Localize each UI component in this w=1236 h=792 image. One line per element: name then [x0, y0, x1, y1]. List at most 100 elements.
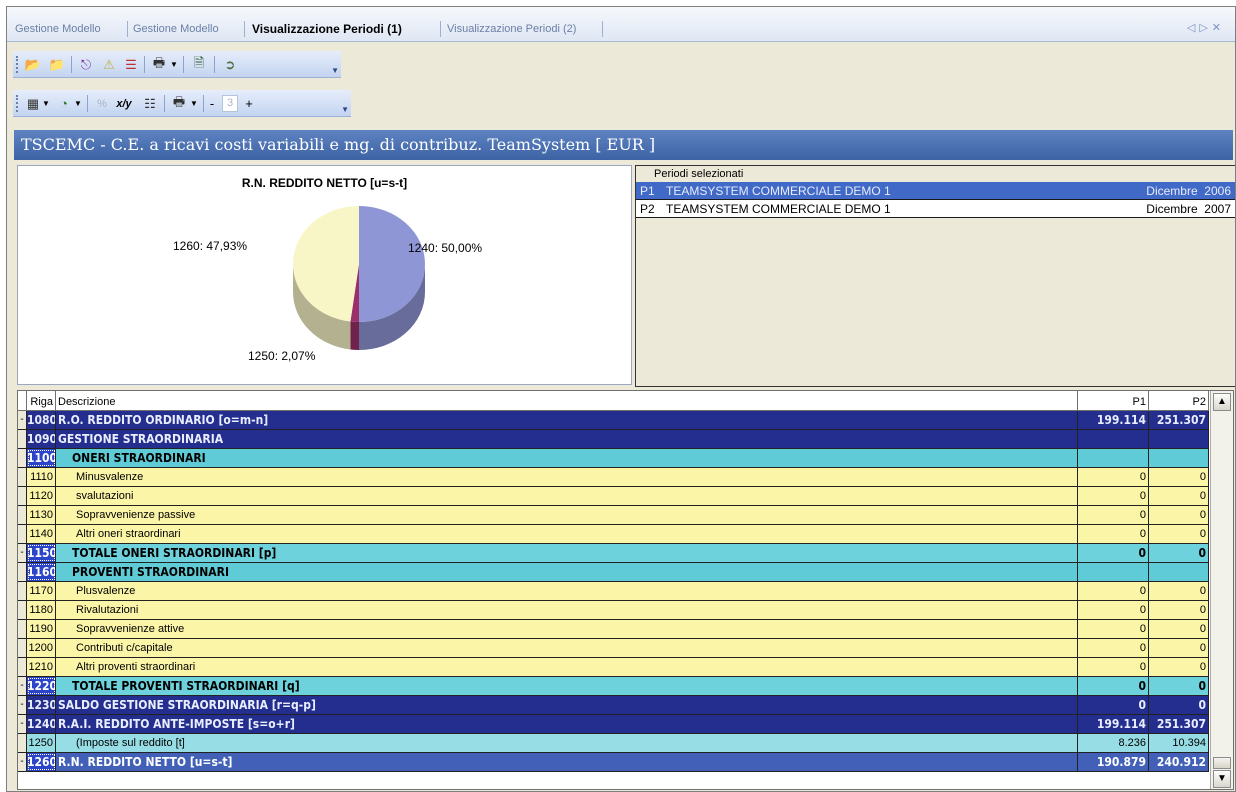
row-expander-cell[interactable]	[18, 468, 27, 486]
tab-next-icon[interactable]: ▷	[1199, 22, 1211, 34]
edit-object-icon[interactable]: ⎋	[76, 55, 96, 74]
p1-value-cell: 0	[1078, 544, 1149, 562]
row-expander-cell[interactable]	[18, 563, 27, 581]
row-expander-cell[interactable]	[18, 487, 27, 505]
header-p2[interactable]: P2	[1149, 391, 1209, 411]
grid-view-dropdown-icon[interactable]: ▼	[40, 94, 52, 113]
p1-value-cell: 199.114	[1078, 411, 1149, 429]
period-row-p1[interactable]: P1 TEAMSYSTEM COMMERCIALE DEMO 1 Dicembr…	[636, 182, 1235, 200]
table-row[interactable]: 1210 Altri proventi straordinari 0 0	[18, 658, 1209, 677]
warning-icon[interactable]: ⚠	[99, 55, 119, 74]
row-expander-cell[interactable]: -	[18, 544, 27, 562]
row-expander-cell[interactable]	[18, 658, 27, 676]
p1-value-cell	[1078, 430, 1149, 448]
row-expander-cell[interactable]: -	[18, 677, 27, 695]
decrease-button[interactable]: -	[206, 94, 218, 113]
table-row[interactable]: 1120 svalutazioni 0 0	[18, 487, 1209, 506]
riga-cell: 1260	[27, 753, 56, 771]
header-marker	[18, 391, 27, 411]
table-row[interactable]: 1180 Rivalutazioni 0 0	[18, 601, 1209, 620]
header-riga[interactable]: Riga	[27, 391, 56, 411]
report-icon[interactable]: 🗎	[189, 55, 209, 74]
scrollbar-thumb[interactable]	[1213, 757, 1231, 769]
table-row[interactable]: -1080 R.O. REDDITO ORDINARIO [o=m-n] 199.1…	[18, 411, 1209, 430]
p1-value-cell: 0	[1078, 506, 1149, 524]
toolbar-options-icon[interactable]: ▼	[341, 105, 349, 114]
table-row[interactable]: 1170 Plusvalenze 0 0	[18, 582, 1209, 601]
row-expander-cell[interactable]: -	[18, 715, 27, 733]
table-row[interactable]: -1260 R.N. REDDITO NETTO [u=s-t] 190.879 24…	[18, 753, 1209, 772]
period-row-p2[interactable]: P2 TEAMSYSTEM COMMERCIALE DEMO 1 Dicembr…	[636, 200, 1235, 218]
descrizione-cell: GESTIONE STRAORDINARIA	[56, 430, 1078, 448]
toolbar-options-icon[interactable]: ▼	[331, 66, 339, 75]
tree-view-icon[interactable]: ☰	[121, 55, 141, 74]
print-dropdown-icon[interactable]: ▼	[188, 94, 200, 113]
print-icon[interactable]: 🖶	[149, 55, 169, 74]
riga-cell: 1210	[27, 658, 56, 676]
row-expander-cell[interactable]	[18, 449, 27, 467]
print-icon[interactable]: 🖶	[169, 94, 189, 113]
row-expander-cell[interactable]	[18, 525, 27, 543]
row-expander-cell[interactable]	[18, 601, 27, 619]
columns-icon[interactable]: ☷	[140, 94, 160, 113]
row-expander-cell[interactable]	[18, 734, 27, 752]
tab-separator	[602, 21, 603, 37]
period-date: Dicembre 2007	[1146, 202, 1231, 216]
row-expander-cell[interactable]	[18, 639, 27, 657]
tab-visualizzazione-periodi-1[interactable]: Visualizzazione Periodi (1)	[252, 22, 402, 36]
descrizione-cell: TOTALE ONERI STRAORDINARI [p]	[56, 544, 1078, 562]
row-expander-cell[interactable]	[18, 430, 27, 448]
table-row[interactable]: -1230 SALDO GESTIONE STRAORDINARIA [r=q-p…	[18, 696, 1209, 715]
p1-value-cell: 0	[1078, 601, 1149, 619]
percent-button[interactable]: %	[92, 94, 112, 113]
print-dropdown-icon[interactable]: ▼	[168, 55, 180, 74]
header-descrizione[interactable]: Descrizione	[56, 391, 1078, 411]
table-row[interactable]: 1190 Sopravvenienze attive 0 0	[18, 620, 1209, 639]
pie-chart-icon[interactable]: ◔	[54, 94, 74, 113]
table-row[interactable]: 1090 GESTIONE STRAORDINARIA	[18, 430, 1209, 449]
table-row[interactable]: 1110 Minusvalenze 0 0	[18, 468, 1209, 487]
table-row[interactable]: 1250 (Imposte sul reddito [t] 8.236 10.394	[18, 734, 1209, 753]
riga-cell: 1220	[27, 677, 56, 695]
level-field[interactable]: 3	[222, 95, 238, 112]
descrizione-cell: svalutazioni	[56, 487, 1078, 505]
vertical-scrollbar[interactable]: ▲ ▼	[1210, 391, 1233, 789]
tab-close-icon[interactable]: ✕	[1212, 22, 1225, 34]
riga-cell: 1090	[27, 430, 56, 448]
table-row[interactable]: -1150 TOTALE ONERI STRAORDINARI [p] 0 0	[18, 544, 1209, 563]
table-row[interactable]: 1140 Altri oneri straordinari 0 0	[18, 525, 1209, 544]
increase-button[interactable]: +	[242, 94, 256, 113]
header-p1[interactable]: P1	[1078, 391, 1149, 411]
table-row[interactable]: 1130 Sopravvenienze passive 0 0	[18, 506, 1209, 525]
toolbar-grip[interactable]	[16, 56, 19, 73]
row-expander-cell[interactable]	[18, 582, 27, 600]
row-expander-cell[interactable]	[18, 506, 27, 524]
riga-cell: 1150	[27, 544, 56, 562]
row-expander-cell[interactable]: -	[18, 753, 27, 771]
table-row[interactable]: 1160 PROVENTI STRAORDINARI	[18, 563, 1209, 582]
exit-icon[interactable]: ➲	[220, 55, 240, 74]
ratio-button[interactable]: x/y	[112, 94, 136, 113]
tab-visualizzazione-periodi-2[interactable]: Visualizzazione Periodi (2)	[447, 23, 576, 35]
table-row[interactable]: 1200 Contributi c/capitale 0 0	[18, 639, 1209, 658]
table-row[interactable]: 1100 ONERI STRAORDINARI	[18, 449, 1209, 468]
scroll-up-icon[interactable]: ▲	[1213, 393, 1231, 411]
scroll-down-icon[interactable]: ▼	[1213, 770, 1231, 788]
toolbar-grip[interactable]	[16, 95, 19, 112]
open-file-icon[interactable]: 📂	[23, 55, 43, 74]
row-expander-cell[interactable]	[18, 620, 27, 638]
tab-gestione-modello-1[interactable]: Gestione Modello	[15, 23, 101, 35]
riga-cell: 1170	[27, 582, 56, 600]
folder-icon[interactable]: 📁	[47, 55, 67, 74]
toolbar-separator	[87, 95, 88, 112]
tab-separator	[244, 21, 245, 37]
table-row[interactable]: -1240 R.A.I. REDDITO ANTE-IMPOSTE [s=o+r]…	[18, 715, 1209, 734]
tab-prev-icon[interactable]: ◁	[1187, 22, 1199, 34]
tab-gestione-modello-2[interactable]: Gestione Modello	[133, 23, 219, 35]
table-row[interactable]: -1220 TOTALE PROVENTI STRAORDINARI [q] 0 0	[18, 677, 1209, 696]
row-expander-cell[interactable]: -	[18, 411, 27, 429]
slice-label-1250: 1250: 2,07%	[248, 349, 316, 363]
pie-chart-dropdown-icon[interactable]: ▼	[72, 94, 84, 113]
row-expander-cell[interactable]: -	[18, 696, 27, 714]
p2-value-cell: 0	[1149, 601, 1209, 619]
